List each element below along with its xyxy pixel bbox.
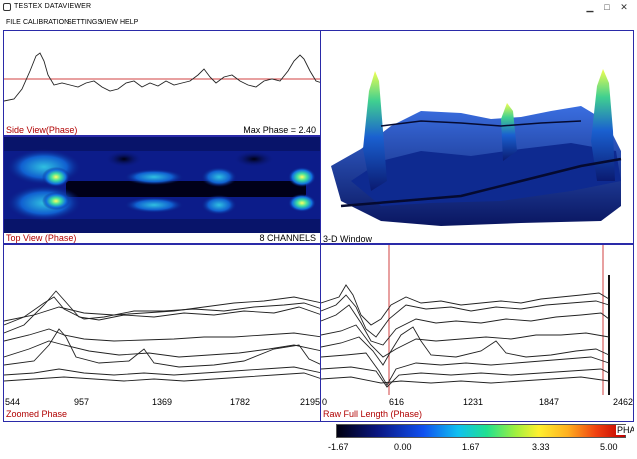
raw-full-length-plot <box>321 245 610 395</box>
menu-help[interactable]: HELP <box>120 19 138 26</box>
raw-trace-7 <box>321 366 610 388</box>
zoomed-phase-label: Zoomed Phase <box>6 409 68 419</box>
raw-tick-4: 2462 <box>613 397 634 407</box>
zoomed-tick-3: 1782 <box>230 397 251 407</box>
colorbar-tick-2: 1.67 <box>462 442 480 452</box>
title-bar: TESTEX DATAVIEWER ▁ □ ✕ <box>0 0 637 18</box>
close-button[interactable]: ✕ <box>617 1 631 13</box>
phase-colorbar <box>336 424 626 438</box>
raw-full-length-panel: 0 616 1231 1847 2462 Raw Full Length (Ph… <box>320 244 634 422</box>
menu-view[interactable]: VIEW <box>100 19 118 26</box>
top-view-heatmap <box>4 137 320 233</box>
minimize-button[interactable]: ▁ <box>583 1 597 13</box>
app-icon <box>3 3 11 11</box>
menu-calibration[interactable]: CALIBRATION <box>23 19 69 26</box>
zoomed-tick-1: 957 <box>74 397 90 407</box>
menu-bar: FILE CALIBRATION SETTINGS VIEW HELP <box>0 18 637 30</box>
three-d-window-label: 3-D Window <box>323 234 373 244</box>
raw-tick-1: 616 <box>389 397 405 407</box>
raw-tick-3: 1847 <box>539 397 560 407</box>
zoomed-tick-4: 2195 <box>300 397 321 407</box>
maximize-button[interactable]: □ <box>600 1 614 13</box>
raw-full-length-label: Raw Full Length (Phase) <box>323 409 423 419</box>
zoomed-trace-3 <box>4 296 320 322</box>
colorbar-tick-1: 0.00 <box>394 442 412 452</box>
zoomed-trace-4 <box>4 328 320 342</box>
zoomed-phase-plot <box>4 290 320 382</box>
three-d-window-panel: 3-D Window <box>320 30 634 244</box>
raw-tick-2: 1231 <box>463 397 484 407</box>
menu-settings[interactable]: SETTINGS <box>67 19 102 26</box>
raw-tick-0: 0 <box>322 397 328 407</box>
raw-trace-1 <box>321 284 610 326</box>
colorbar-tick-3: 3.33 <box>532 442 550 452</box>
colorbar-tick-4: 5.00 <box>600 442 618 452</box>
zoomed-trace-2 <box>4 296 320 326</box>
channel-count: 8 CHANNELS <box>259 233 316 243</box>
max-phase-readout: Max Phase = 2.40 <box>243 125 316 135</box>
side-view-trace <box>4 52 320 102</box>
zoomed-trace-7 <box>4 366 320 376</box>
three-d-surface <box>331 69 622 226</box>
side-view-plot <box>4 52 320 102</box>
colorbar-tick-0: -1.67 <box>328 442 349 452</box>
side-view-panel: Side View(Phase) Max Phase = 2.40 <box>3 30 321 136</box>
colorbar-title: PHASE <box>616 425 634 435</box>
colorbar-panel: PHASE -1.67 0.00 1.67 3.33 5.00 <box>320 422 634 458</box>
window-title: TESTEX DATAVIEWER <box>14 3 92 10</box>
top-view-panel: Top View (Phase) 8 CHANNELS <box>3 136 321 244</box>
raw-trace-8 <box>321 376 610 384</box>
zoomed-tick-2: 1369 <box>152 397 173 407</box>
side-view-label: Side View(Phase) <box>6 125 78 135</box>
top-view-label: Top View (Phase) <box>6 233 77 243</box>
zoomed-phase-panel: 544 957 1369 1782 2195 Zoomed Phase <box>3 244 321 422</box>
menu-file[interactable]: FILE <box>6 19 21 26</box>
zoomed-tick-0: 544 <box>5 397 21 407</box>
